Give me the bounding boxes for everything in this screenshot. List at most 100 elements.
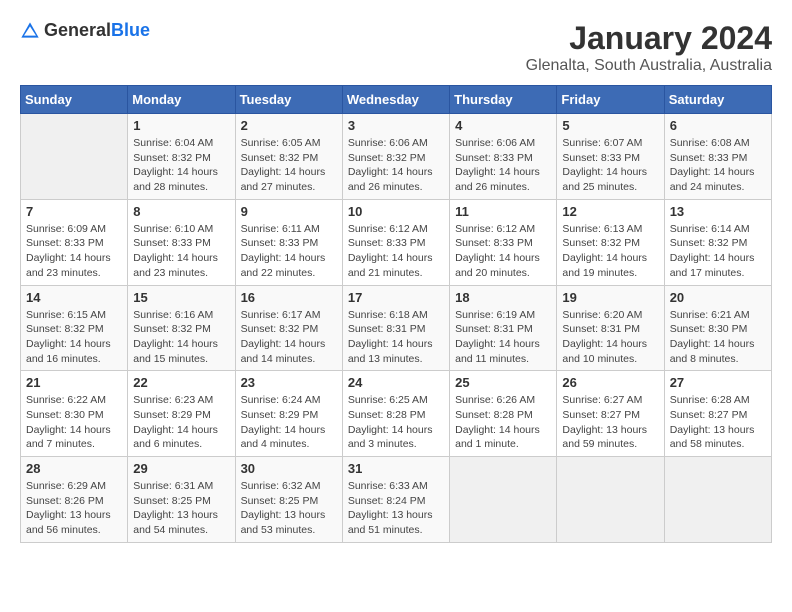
calendar-table: SundayMondayTuesdayWednesdayThursdayFrid… (20, 85, 772, 543)
header-day-sunday: Sunday (21, 86, 128, 114)
daylight-text: Daylight: 14 hours and 24 minutes. (670, 165, 766, 194)
sunset-text: Sunset: 8:32 PM (133, 151, 229, 166)
calendar-cell: 27 Sunrise: 6:28 AMSunset: 8:27 PMDayligh… (664, 371, 771, 457)
sunrise-text: Sunrise: 6:25 AM (348, 393, 444, 408)
sunset-text: Sunset: 8:27 PM (562, 408, 658, 423)
day-info: Sunrise: 6:26 AMSunset: 8:28 PMDaylight:… (455, 393, 551, 452)
sunrise-text: Sunrise: 6:32 AM (241, 479, 337, 494)
day-number: 4 (455, 118, 551, 133)
sunrise-text: Sunrise: 6:26 AM (455, 393, 551, 408)
day-info: Sunrise: 6:33 AMSunset: 8:24 PMDaylight:… (348, 479, 444, 538)
sunrise-text: Sunrise: 6:11 AM (241, 222, 337, 237)
calendar-cell: 6Sunrise: 6:08 AMSunset: 8:33 PMDaylight… (664, 114, 771, 200)
calendar-cell: 15Sunrise: 6:16 AMSunset: 8:32 PMDayligh… (128, 285, 235, 371)
calendar-cell (664, 457, 771, 543)
header-day-saturday: Saturday (664, 86, 771, 114)
calendar-cell: 3Sunrise: 6:06 AMSunset: 8:32 PMDaylight… (342, 114, 449, 200)
sunrise-text: Sunrise: 6:07 AM (562, 136, 658, 151)
day-info: Sunrise: 6:15 AMSunset: 8:32 PMDaylight:… (26, 308, 122, 367)
day-number: 11 (455, 204, 551, 219)
day-info: Sunrise: 6:21 AMSunset: 8:30 PMDaylight:… (670, 308, 766, 367)
sunrise-text: Sunrise: 6:19 AM (455, 308, 551, 323)
sunset-text: Sunset: 8:29 PM (133, 408, 229, 423)
day-number: 27 (670, 375, 766, 390)
day-info: Sunrise: 6:10 AMSunset: 8:33 PMDaylight:… (133, 222, 229, 281)
day-info: Sunrise: 6:16 AMSunset: 8:32 PMDaylight:… (133, 308, 229, 367)
header-day-friday: Friday (557, 86, 664, 114)
day-info: Sunrise: 6:07 AMSunset: 8:33 PMDaylight:… (562, 136, 658, 195)
calendar-cell: 28Sunrise: 6:29 AMSunset: 8:26 PMDayligh… (21, 457, 128, 543)
header-day-thursday: Thursday (450, 86, 557, 114)
day-info: Sunrise: 6:09 AMSunset: 8:33 PMDaylight:… (26, 222, 122, 281)
calendar-cell: 23Sunrise: 6:24 AMSunset: 8:29 PMDayligh… (235, 371, 342, 457)
daylight-text: Daylight: 14 hours and 14 minutes. (241, 337, 337, 366)
sunset-text: Sunset: 8:26 PM (26, 494, 122, 509)
day-number: 18 (455, 290, 551, 305)
day-info: Sunrise: 6:14 AMSunset: 8:32 PMDaylight:… (670, 222, 766, 281)
daylight-text: Daylight: 13 hours and 51 minutes. (348, 508, 444, 537)
day-number: 24 (348, 375, 444, 390)
calendar-cell: 11Sunrise: 6:12 AMSunset: 8:33 PMDayligh… (450, 199, 557, 285)
day-info: Sunrise: 6:25 AMSunset: 8:28 PMDaylight:… (348, 393, 444, 452)
day-info: Sunrise: 6:05 AMSunset: 8:32 PMDaylight:… (241, 136, 337, 195)
daylight-text: Daylight: 13 hours and 58 minutes. (670, 423, 766, 452)
day-number: 19 (562, 290, 658, 305)
daylight-text: Daylight: 14 hours and 3 minutes. (348, 423, 444, 452)
day-number: 12 (562, 204, 658, 219)
header-day-tuesday: Tuesday (235, 86, 342, 114)
calendar-cell: 8Sunrise: 6:10 AMSunset: 8:33 PMDaylight… (128, 199, 235, 285)
daylight-text: Daylight: 14 hours and 1 minute. (455, 423, 551, 452)
calendar-cell: 29Sunrise: 6:31 AMSunset: 8:25 PMDayligh… (128, 457, 235, 543)
sunrise-text: Sunrise: 6:04 AM (133, 136, 229, 151)
sunset-text: Sunset: 8:29 PM (241, 408, 337, 423)
day-number: 23 (241, 375, 337, 390)
sunset-text: Sunset: 8:28 PM (348, 408, 444, 423)
daylight-text: Daylight: 14 hours and 7 minutes. (26, 423, 122, 452)
sunrise-text: Sunrise: 6:06 AM (348, 136, 444, 151)
calendar-week-row: 21Sunrise: 6:22 AMSunset: 8:30 PMDayligh… (21, 371, 772, 457)
day-number: 21 (26, 375, 122, 390)
sunrise-text: Sunrise: 6:21 AM (670, 308, 766, 323)
calendar-cell: 10Sunrise: 6:12 AMSunset: 8:33 PMDayligh… (342, 199, 449, 285)
day-number: 5 (562, 118, 658, 133)
calendar-cell (450, 457, 557, 543)
sunset-text: Sunset: 8:30 PM (670, 322, 766, 337)
sunrise-text: Sunrise: 6:29 AM (26, 479, 122, 494)
day-number: 6 (670, 118, 766, 133)
logo: GeneralBlue (20, 20, 150, 41)
sunrise-text: Sunrise: 6:24 AM (241, 393, 337, 408)
daylight-text: Daylight: 14 hours and 23 minutes. (133, 251, 229, 280)
calendar-cell: 17Sunrise: 6:18 AMSunset: 8:31 PMDayligh… (342, 285, 449, 371)
day-number: 30 (241, 461, 337, 476)
sunset-text: Sunset: 8:33 PM (133, 236, 229, 251)
calendar-cell: 16Sunrise: 6:17 AMSunset: 8:32 PMDayligh… (235, 285, 342, 371)
sunset-text: Sunset: 8:25 PM (241, 494, 337, 509)
calendar-cell: 22Sunrise: 6:23 AMSunset: 8:29 PMDayligh… (128, 371, 235, 457)
calendar-cell: 5 Sunrise: 6:07 AMSunset: 8:33 PMDaylight… (557, 114, 664, 200)
calendar-subtitle: Glenalta, South Australia, Australia (526, 57, 772, 75)
calendar-cell: 21Sunrise: 6:22 AMSunset: 8:30 PMDayligh… (21, 371, 128, 457)
day-number: 17 (348, 290, 444, 305)
daylight-text: Daylight: 14 hours and 11 minutes. (455, 337, 551, 366)
daylight-text: Daylight: 13 hours and 54 minutes. (133, 508, 229, 537)
daylight-text: Daylight: 14 hours and 23 minutes. (26, 251, 122, 280)
sunrise-text: Sunrise: 6:05 AM (241, 136, 337, 151)
sunset-text: Sunset: 8:33 PM (348, 236, 444, 251)
sunrise-text: Sunrise: 6:22 AM (26, 393, 122, 408)
day-info: Sunrise: 6:11 AMSunset: 8:33 PMDaylight:… (241, 222, 337, 281)
day-number: 16 (241, 290, 337, 305)
sunrise-text: Sunrise: 6:23 AM (133, 393, 229, 408)
calendar-week-row: 14Sunrise: 6:15 AMSunset: 8:32 PMDayligh… (21, 285, 772, 371)
calendar-cell: 4Sunrise: 6:06 AMSunset: 8:33 PMDaylight… (450, 114, 557, 200)
calendar-cell: 31Sunrise: 6:33 AMSunset: 8:24 PMDayligh… (342, 457, 449, 543)
day-info: Sunrise: 6:28 AMSunset: 8:27 PMDaylight:… (670, 393, 766, 452)
day-info: Sunrise: 6:29 AMSunset: 8:26 PMDaylight:… (26, 479, 122, 538)
sunset-text: Sunset: 8:32 PM (241, 322, 337, 337)
calendar-cell: 20Sunrise: 6:21 AMSunset: 8:30 PMDayligh… (664, 285, 771, 371)
sunrise-text: Sunrise: 6:09 AM (26, 222, 122, 237)
day-info: Sunrise: 6:06 AMSunset: 8:32 PMDaylight:… (348, 136, 444, 195)
sunrise-text: Sunrise: 6:13 AM (562, 222, 658, 237)
daylight-text: Daylight: 14 hours and 26 minutes. (455, 165, 551, 194)
sunset-text: Sunset: 8:31 PM (455, 322, 551, 337)
calendar-cell: 13Sunrise: 6:14 AMSunset: 8:32 PMDayligh… (664, 199, 771, 285)
